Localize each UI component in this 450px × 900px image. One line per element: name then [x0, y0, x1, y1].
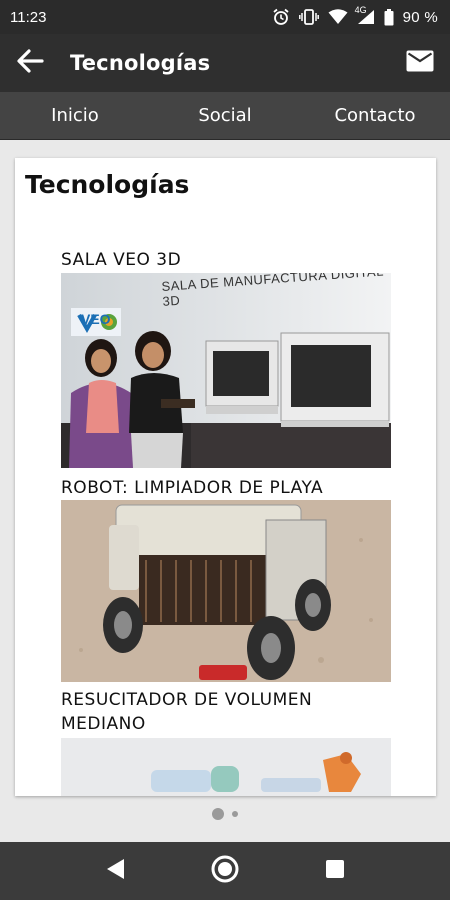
tab-bar: Inicio Social Contacto — [0, 92, 450, 140]
item-title-sala-veo[interactable]: SALA VEO 3D — [61, 248, 401, 272]
tab-inicio[interactable]: Inicio — [0, 92, 150, 139]
battery-icon — [384, 8, 394, 26]
signal-icon: 4G — [355, 5, 375, 25]
item-image-resucitador[interactable] — [61, 738, 391, 796]
nav-recents-button[interactable] — [315, 851, 355, 891]
vibrate-icon — [298, 8, 319, 26]
status-time: 11:23 — [10, 8, 47, 26]
back-arrow-icon — [16, 47, 44, 79]
card-title: Tecnologías — [25, 170, 190, 199]
mail-button[interactable] — [390, 34, 450, 92]
item-image-sala-veo[interactable]: SALA DE MANUFACTURA DIGITAL 3D VEO — [61, 273, 391, 468]
tab-social[interactable]: Social — [150, 92, 300, 139]
nav-back-button[interactable] — [95, 851, 135, 891]
navigation-bar — [0, 842, 450, 900]
page-dot[interactable] — [232, 811, 238, 817]
item-image-robot[interactable] — [61, 500, 391, 682]
tab-contacto[interactable]: Contacto — [300, 92, 450, 139]
item-title-robot[interactable]: ROBOT: LIMPIADOR DE PLAYA — [61, 476, 401, 500]
nav-recents-icon — [325, 859, 345, 883]
nav-home-icon — [210, 854, 240, 888]
nav-home-button[interactable] — [205, 851, 245, 891]
item-title-resucitador[interactable]: RESUCITADOR DE VOLUMEN MEDIANO — [61, 688, 401, 736]
veo-logo-text: VEO — [81, 311, 111, 327]
content-card: Tecnologías SALA VEO 3D SALA DE MANUFACT… — [15, 158, 436, 796]
status-bar: 11:23 4G 90 % — [0, 0, 450, 34]
alarm-icon — [272, 8, 290, 26]
app-bar: Tecnologías — [0, 34, 450, 92]
app-title: Tecnologías — [70, 51, 211, 75]
back-button[interactable] — [0, 34, 60, 92]
status-icons: 4G 90 % — [272, 5, 438, 26]
nav-back-icon — [104, 857, 126, 885]
mail-icon — [406, 50, 434, 76]
wifi-icon — [328, 9, 348, 25]
page-indicator — [0, 808, 450, 820]
battery-percent: 90 % — [402, 8, 438, 26]
page-dot-active[interactable] — [212, 808, 224, 820]
network-type: 4G — [354, 5, 367, 15]
